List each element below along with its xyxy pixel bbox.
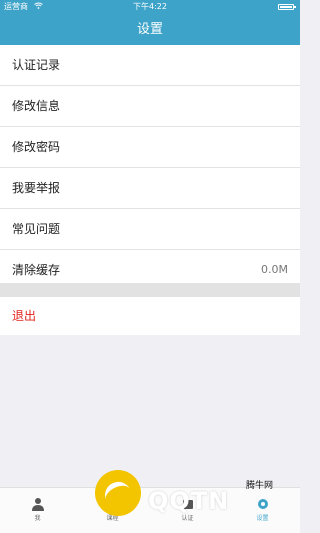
watermark-text: QQTN	[148, 487, 230, 515]
menu-item-report[interactable]: 我要举报	[0, 168, 300, 209]
battery-icon	[278, 4, 296, 10]
settings-menu: 认证记录 修改信息 修改密码 我要举报 常见问题 清除缓存 0.0M	[0, 45, 300, 291]
section-divider	[0, 283, 300, 297]
logout-button[interactable]: 退出	[0, 297, 300, 335]
tab-settings[interactable]: 设置	[225, 488, 300, 533]
menu-item-label: 修改密码	[12, 140, 61, 154]
menu-item-label: 常见问题	[12, 222, 61, 236]
tab-label: 设置	[256, 515, 269, 522]
page-title: 设置	[136, 22, 163, 37]
menu-item-label: 修改信息	[12, 99, 61, 113]
menu-item-edit-info[interactable]: 修改信息	[0, 86, 300, 127]
person-icon	[31, 496, 45, 511]
nav-bar: 设置	[0, 14, 300, 45]
status-time: 下午4:22	[133, 2, 167, 11]
menu-item-change-password[interactable]: 修改密码	[0, 127, 300, 168]
tab-label: 我	[34, 515, 41, 522]
status-bar: 运营商 下午4:22	[0, 0, 300, 14]
menu-item-label: 我要举报	[12, 181, 61, 195]
tab-me[interactable]: 我	[0, 488, 75, 533]
menu-item-label: 认证记录	[12, 58, 61, 72]
watermark-site: 腾牛网	[246, 481, 274, 491]
gear-icon	[256, 496, 270, 510]
watermark-logo	[95, 470, 141, 516]
menu-item-faq[interactable]: 常见问题	[0, 209, 300, 250]
menu-item-auth-records[interactable]: 认证记录	[0, 45, 300, 86]
logout-label: 退出	[12, 309, 37, 323]
